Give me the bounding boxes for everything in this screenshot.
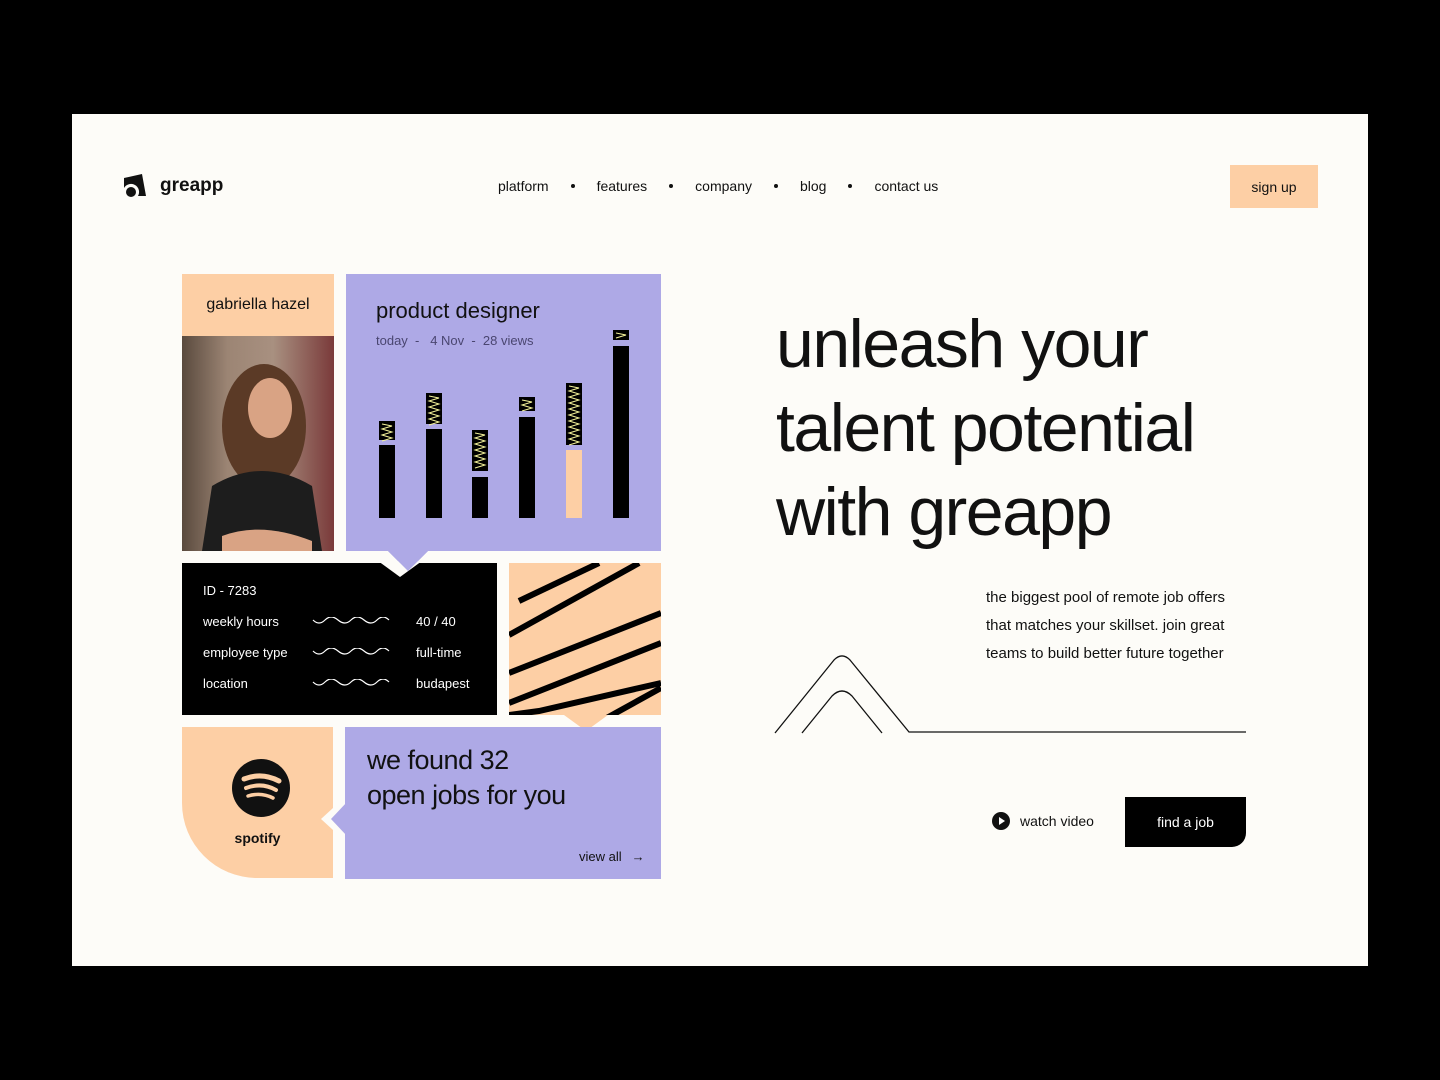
hero-heading: unleash your talent potential with greap… [776,302,1196,554]
logo-icon [124,174,146,197]
bar-3 [472,477,488,518]
decorative-line-art [774,655,1246,734]
wave-divider [312,679,390,686]
hero-line: with greapp [776,474,1113,550]
bar-4 [519,417,535,518]
profile-name: gabriella hazel [206,296,310,313]
play-icon [992,812,1010,830]
decorative-stripes [509,563,661,715]
watch-video-button[interactable]: watch video [992,812,1094,830]
detail-value: full-time [416,645,462,660]
jobs-headline-2: open jobs for you [367,780,566,810]
hero-line: talent potential [776,390,1196,466]
description-line: that matches your skillset. join great [986,617,1225,634]
sign-up-button[interactable]: sign up [1230,165,1318,208]
detail-label: weekly hours [203,614,279,629]
jobs-headline-1: we found 32 [367,745,509,775]
nav-separator [773,184,778,188]
spotify-icon [232,759,290,817]
landing-page: greapp platform features company blog co… [72,114,1368,966]
main-nav: platform features company blog contact u… [498,178,938,194]
open-jobs-card[interactable]: we found 32 open jobs for you view all → [345,727,661,879]
wave-divider [312,648,390,655]
nav-separator [570,184,575,188]
company-card[interactable]: spotify [182,727,333,878]
view-all-label: view all [579,849,622,864]
bar-cap [613,330,629,340]
profile-name-card: gabriella hazel [182,274,334,336]
company-name: spotify [234,830,281,846]
job-stats-card[interactable]: product designer today - 4 Nov - 28 view… [346,274,661,551]
arrow-right-icon: → [631,849,645,864]
profile-photo [182,336,334,551]
views-bar-chart [379,330,629,518]
nav-platform[interactable]: platform [498,178,549,194]
nav-separator [848,184,853,188]
nav-features[interactable]: features [597,178,648,194]
job-details-card: ID - 7283 weekly hours 40 / 40 employee t… [182,563,497,715]
bar-6 [613,346,629,518]
job-id: ID - 7283 [203,583,257,598]
nav-company[interactable]: company [695,178,752,194]
description-line: the biggest pool of remote job offers [986,589,1226,606]
nav-contact[interactable]: contact us [874,178,938,194]
hero-line: unleash your [776,306,1149,382]
nav-separator [669,184,674,188]
wave-divider [312,617,390,624]
notch [331,802,347,836]
view-all-link[interactable]: view all → [579,849,645,864]
detail-label: location [203,676,248,691]
detail-value: 40 / 40 [416,614,456,629]
bar-1 [379,445,395,518]
bar-5 [566,450,582,518]
detail-label: employee type [203,645,288,660]
watch-video-label: watch video [1020,813,1094,829]
detail-value: budapest [416,676,470,691]
find-job-button[interactable]: find a job [1125,797,1246,847]
nav-blog[interactable]: blog [800,178,826,194]
brand-name: greapp [160,175,224,196]
bar-2 [426,429,442,518]
notch [388,551,428,571]
logo[interactable]: greapp [122,174,223,198]
